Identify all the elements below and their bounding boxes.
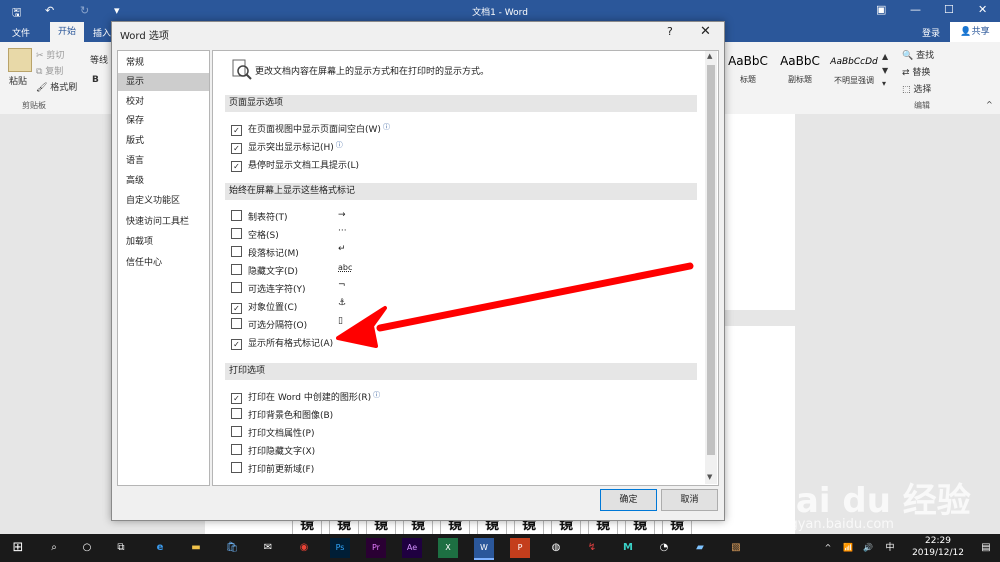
premiere-icon[interactable]: Pr xyxy=(366,538,386,558)
app-icon[interactable]: ▧ xyxy=(726,538,746,558)
excel-icon[interactable]: X xyxy=(438,538,458,558)
watermark-url: jingyan.baidu.com xyxy=(774,517,894,532)
mail-icon[interactable]: ✉ xyxy=(258,538,278,558)
photoshop-icon[interactable]: Ps xyxy=(330,538,350,558)
search-icon[interactable]: ⌕ xyxy=(44,538,64,558)
network-icon[interactable]: 📶 xyxy=(838,538,858,558)
app-icon[interactable]: ▰ xyxy=(690,538,710,558)
task-view-icon[interactable]: ⧉ xyxy=(111,538,131,558)
clock[interactable]: 22:29 2019/12/12 xyxy=(908,535,968,559)
baidu-watermark: Bai du 经验 jingyan.baidu.com xyxy=(770,455,990,535)
screen: 🖫 ↶ ↻ ▾ 文档1 - Word ▣ — ☐ ✕ 文件 插入 开始 登录 👤… xyxy=(0,0,1000,562)
annotation-arrow-shaft xyxy=(376,262,694,332)
store-icon[interactable]: 🛍 xyxy=(222,538,242,558)
after-effects-icon[interactable]: Ae xyxy=(402,538,422,558)
app-icon[interactable]: ↯ xyxy=(582,538,602,558)
file-explorer-icon[interactable]: ▬ xyxy=(186,538,206,558)
app-icon[interactable]: ◍ xyxy=(546,538,566,558)
volume-icon[interactable]: 🔊 xyxy=(858,538,878,558)
app-icon[interactable]: M xyxy=(618,538,638,558)
show-hidden-icons[interactable]: ^ xyxy=(818,538,838,558)
word-icon[interactable]: W xyxy=(474,538,494,560)
ime-indicator[interactable]: 中 xyxy=(880,538,900,558)
clock-date: 2019/12/12 xyxy=(912,548,964,558)
watermark-brand: Bai du 经验 xyxy=(770,481,971,521)
chrome-icon[interactable]: ◉ xyxy=(294,538,314,558)
powerpoint-icon[interactable]: P xyxy=(510,538,530,558)
clock-time: 22:29 xyxy=(925,536,951,546)
notification-icon[interactable]: ▤ xyxy=(976,538,996,558)
windows-start-icon[interactable]: ⊞ xyxy=(8,538,28,558)
cortana-icon[interactable]: ○ xyxy=(77,538,97,558)
taskbar: ⊞ ⌕ ○ ⧉ e ▬ 🛍 ✉ ◉ Ps Pr Ae X W P ◍ ↯ M ◔… xyxy=(0,534,1000,562)
app-icon[interactable]: ◔ xyxy=(654,538,674,558)
edge-browser-icon[interactable]: e xyxy=(150,538,170,558)
